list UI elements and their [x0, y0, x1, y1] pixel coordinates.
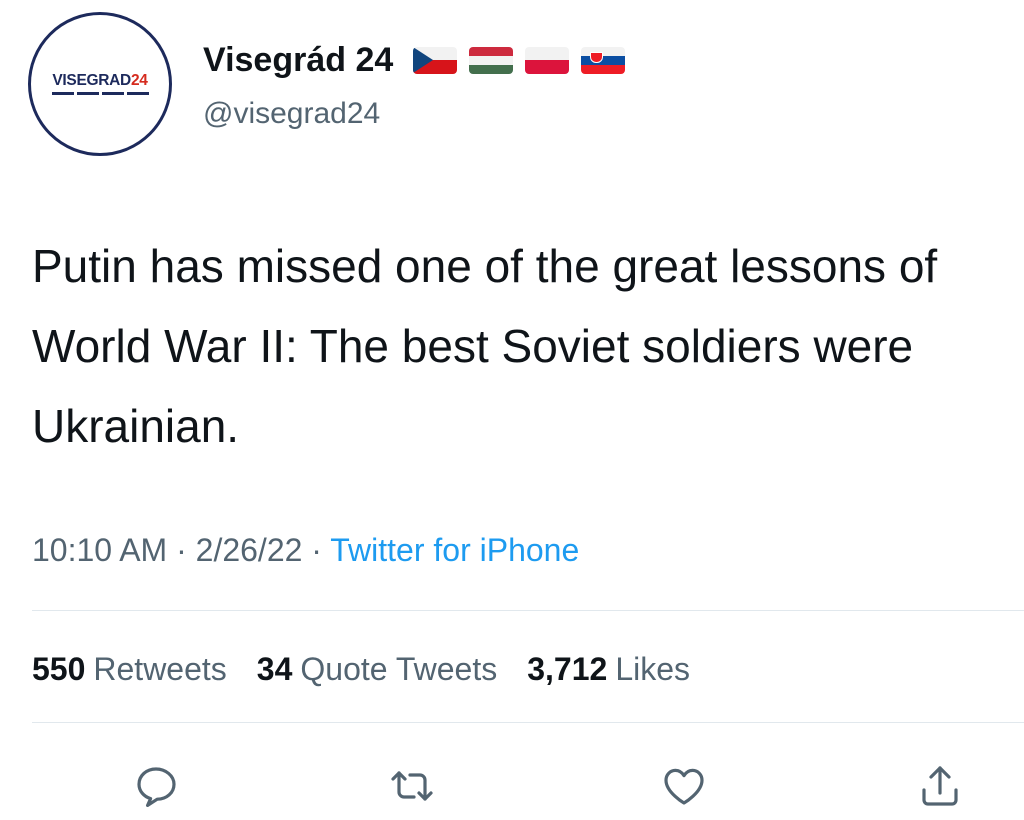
display-name-row: Visegrád 24: [203, 40, 626, 80]
flag-emojis: [413, 46, 626, 74]
avatar-logo-text: VISEGRAD: [52, 71, 131, 89]
tweet-date[interactable]: 2/26/22: [196, 532, 303, 568]
slovakia-flag-icon: [581, 46, 626, 74]
poland-flag-icon: [525, 46, 570, 74]
meta-separator: ·: [302, 532, 331, 568]
action-bar: [0, 762, 1024, 812]
quote-tweets-label: Quote Tweets: [300, 651, 498, 687]
tweet-meta: 10:10 AM · 2/26/22 · Twitter for iPhone: [32, 530, 579, 570]
share-icon[interactable]: [916, 762, 964, 810]
tweet-text: Putin has missed one of the great lesson…: [32, 240, 938, 452]
user-handle[interactable]: @visegrad24: [203, 96, 380, 132]
quote-tweets-stat[interactable]: 34 Quote Tweets: [257, 649, 497, 689]
czech-flag-icon: [413, 46, 458, 74]
reply-icon[interactable]: [132, 762, 180, 810]
tweet-source-link[interactable]: Twitter for iPhone: [330, 532, 579, 568]
hungary-flag-icon: [469, 46, 514, 74]
tweet-stats: 550 Retweets 34 Quote Tweets 3,712 Likes: [32, 649, 690, 689]
avatar-logo-strip: [51, 92, 149, 96]
likes-stat[interactable]: 3,712 Likes: [527, 649, 690, 689]
quote-tweets-count: 34: [256, 651, 293, 687]
tweet-time[interactable]: 10:10 AM: [32, 532, 167, 568]
divider: [32, 722, 1024, 723]
divider: [32, 610, 1024, 611]
avatar-logo: VISEGRAD24: [52, 71, 148, 89]
avatar-logo-number: 24: [130, 71, 148, 89]
display-name[interactable]: Visegrád 24: [203, 40, 393, 80]
retweet-icon[interactable]: [388, 762, 436, 810]
retweets-label: Retweets: [93, 651, 227, 687]
likes-count: 3,712: [527, 651, 608, 687]
retweets-count: 550: [32, 651, 86, 687]
likes-label: Likes: [615, 651, 691, 687]
meta-separator: ·: [167, 532, 196, 568]
avatar[interactable]: VISEGRAD24: [28, 12, 172, 156]
like-icon[interactable]: [660, 762, 708, 810]
retweets-stat[interactable]: 550 Retweets: [32, 649, 227, 689]
